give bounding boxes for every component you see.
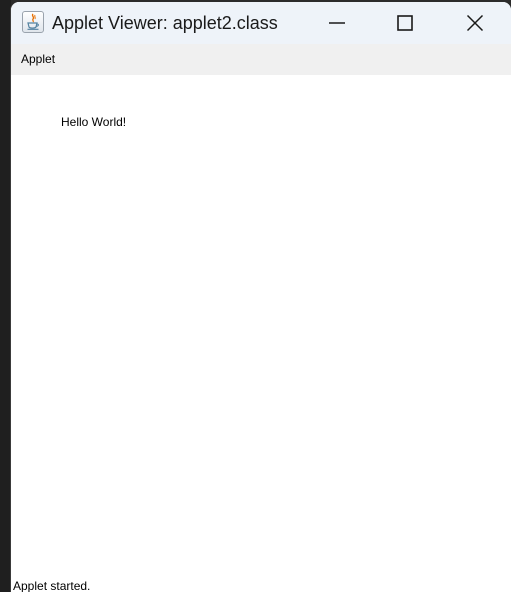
applet-viewer-window: Applet Viewer: applet2.class Applet Hell… [11, 2, 511, 592]
close-button[interactable] [452, 2, 498, 44]
maximize-button[interactable] [382, 2, 428, 44]
menu-applet[interactable]: Applet [16, 50, 60, 69]
status-text: Applet started. [13, 579, 91, 592]
applet-output-text: Hello World! [61, 115, 127, 129]
menu-bar: Applet [11, 44, 511, 75]
title-bar[interactable]: Applet Viewer: applet2.class [11, 2, 511, 44]
java-cup-icon[interactable] [22, 11, 44, 33]
minimize-icon [329, 22, 345, 24]
window-title: Applet Viewer: applet2.class [52, 13, 278, 33]
maximize-icon [397, 15, 413, 31]
minimize-button[interactable] [314, 2, 360, 44]
close-icon [466, 14, 484, 32]
desktop-background [0, 0, 11, 592]
applet-canvas[interactable]: Hello World! [11, 75, 511, 575]
